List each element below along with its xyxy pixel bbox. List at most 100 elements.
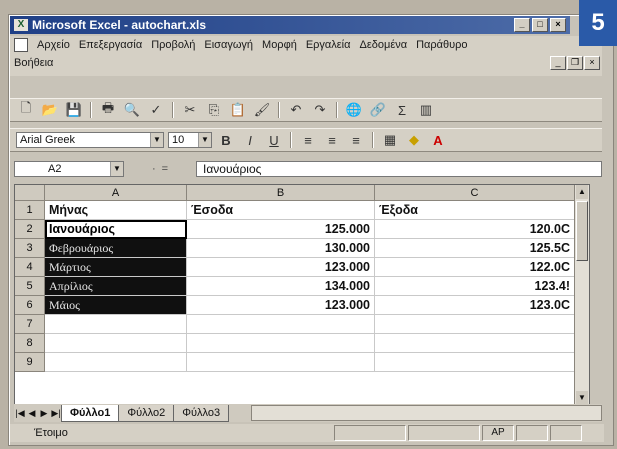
horizontal-scrollbar[interactable] <box>251 405 602 421</box>
fill-color-icon[interactable]: ◆ <box>404 131 424 149</box>
chart-wizard-icon[interactable]: ▥ <box>416 101 436 119</box>
font-name-select[interactable]: Arial Greek ▼ <box>16 132 164 148</box>
sheet-tab-1[interactable]: Φύλλο1 <box>61 404 120 422</box>
cell-b5[interactable]: 134.000 <box>187 277 375 296</box>
scroll-up-icon[interactable]: ▲ <box>576 185 588 199</box>
cell-b4[interactable]: 123.000 <box>187 258 375 277</box>
autosum-icon[interactable]: Σ <box>392 101 412 119</box>
redo-icon[interactable]: ↷ <box>310 101 330 119</box>
menu-data[interactable]: Δεδομένα <box>360 39 408 51</box>
row-header[interactable]: 5 <box>15 277 45 296</box>
insert-hyperlink-icon[interactable]: 🔗 <box>368 101 388 119</box>
save-icon[interactable]: 💾 <box>64 101 84 119</box>
cell-c6[interactable]: 123.0C <box>375 296 575 315</box>
sheet-tab-2[interactable]: Φύλλο2 <box>118 404 175 422</box>
first-sheet-icon[interactable]: |◀ <box>14 408 26 419</box>
select-all-corner[interactable] <box>15 185 45 201</box>
copy-icon[interactable]: ⎘ <box>204 101 224 119</box>
spelling-icon[interactable]: ✓ <box>146 101 166 119</box>
print-icon[interactable]: 🖶 <box>98 100 118 119</box>
cell-b7[interactable] <box>187 315 375 334</box>
sheet-tab-3[interactable]: Φύλλο3 <box>173 404 230 422</box>
cell-a8[interactable] <box>45 334 187 353</box>
cell-c7[interactable] <box>375 315 575 334</box>
maximize-button[interactable]: □ <box>532 18 548 32</box>
cell-c3[interactable]: 125.5C <box>375 239 575 258</box>
menu-view[interactable]: Προβολή <box>151 39 195 51</box>
row-header[interactable]: 1 <box>15 201 45 220</box>
cell-a7[interactable] <box>45 315 187 334</box>
cell-a9[interactable] <box>45 353 187 372</box>
font-color-icon[interactable]: A <box>428 131 448 149</box>
cell-c5[interactable]: 123.4! <box>375 277 575 296</box>
row-header[interactable]: 8 <box>15 334 45 353</box>
cell-a5[interactable]: Απρίλιος <box>45 277 187 296</box>
doc-minimize-button[interactable]: _ <box>550 56 566 70</box>
menu-help[interactable]: Βοήθεια <box>14 57 53 69</box>
menu-edit[interactable]: Επεξεργασία <box>79 39 142 51</box>
undo-icon[interactable]: ↶ <box>286 101 306 119</box>
cell-b1[interactable]: Έσοδα <box>187 201 375 220</box>
row-header[interactable]: 9 <box>15 353 45 372</box>
minimize-button[interactable]: _ <box>514 18 530 32</box>
cell-b3[interactable]: 130.000 <box>187 239 375 258</box>
cell-a3[interactable]: Φεβρουάριος <box>45 239 187 258</box>
name-box[interactable]: A2 ▼ <box>14 161 124 177</box>
doc-close-button[interactable]: × <box>584 56 600 70</box>
align-right-icon[interactable]: ≡ <box>346 131 366 149</box>
close-button[interactable]: × <box>550 18 566 32</box>
menu-format[interactable]: Μορφή <box>262 39 297 51</box>
vertical-scrollbar[interactable]: ▲ ▼ <box>574 185 589 405</box>
menu-insert[interactable]: Εισαγωγή <box>204 39 253 51</box>
cell-b6[interactable]: 123.000 <box>187 296 375 315</box>
row-header[interactable]: 7 <box>15 315 45 334</box>
next-sheet-icon[interactable]: ▶ <box>38 408 50 419</box>
cell-b2[interactable]: 125.000 <box>187 220 375 239</box>
web-icon[interactable]: 🌐 <box>344 101 364 119</box>
paste-icon[interactable]: 📋 <box>228 101 248 119</box>
cell-c2[interactable]: 120.0C <box>375 220 575 239</box>
italic-button[interactable]: I <box>240 131 260 149</box>
chevron-down-icon[interactable]: ▼ <box>198 133 211 147</box>
chevron-down-icon[interactable]: ▼ <box>110 162 123 176</box>
cell-c1[interactable]: Έξοδα <box>375 201 575 220</box>
cell-a2[interactable]: Ιανουάριος <box>45 220 187 239</box>
menu-tools[interactable]: Εργαλεία <box>306 39 351 51</box>
underline-button[interactable]: U <box>264 131 284 149</box>
scroll-thumb[interactable] <box>576 201 588 261</box>
cell-a6[interactable]: Μάιος <box>45 296 187 315</box>
print-preview-icon[interactable]: 🔍 <box>122 101 142 119</box>
menu-file[interactable]: Αρχείο <box>37 39 70 51</box>
row-header[interactable]: 4 <box>15 258 45 277</box>
cell-a4[interactable]: Μάρτιος <box>45 258 187 277</box>
prev-sheet-icon[interactable]: ◀ <box>26 408 38 419</box>
cell-c4[interactable]: 122.0C <box>375 258 575 277</box>
cell-c9[interactable] <box>375 353 575 372</box>
row-header[interactable]: 3 <box>15 239 45 258</box>
formula-input[interactable]: Ιανουάριος <box>196 161 602 177</box>
equals-icon[interactable]: = <box>162 163 168 175</box>
cut-icon[interactable]: ✂ <box>180 101 200 119</box>
scroll-down-icon[interactable]: ▼ <box>576 391 588 405</box>
cell-b9[interactable] <box>187 353 375 372</box>
menu-window[interactable]: Παράθυρο <box>416 39 467 51</box>
excel-icon[interactable]: X <box>14 19 28 31</box>
cell-c8[interactable] <box>375 334 575 353</box>
document-icon[interactable] <box>14 38 28 52</box>
chevron-down-icon[interactable]: ▼ <box>150 133 163 147</box>
doc-restore-button[interactable]: ❐ <box>567 56 583 70</box>
row-header[interactable]: 2 <box>15 220 45 239</box>
align-center-icon[interactable]: ≡ <box>322 131 342 149</box>
borders-icon[interactable]: ▦ <box>380 131 400 149</box>
open-icon[interactable]: 📂 <box>40 101 60 119</box>
row-header[interactable]: 6 <box>15 296 45 315</box>
align-left-icon[interactable]: ≡ <box>298 131 318 149</box>
column-header-a[interactable]: A <box>45 185 187 201</box>
cancel-icon[interactable]: · <box>152 163 156 175</box>
new-icon[interactable]: 🗋 <box>16 100 36 119</box>
cell-b8[interactable] <box>187 334 375 353</box>
font-size-select[interactable]: 10 ▼ <box>168 132 212 148</box>
column-header-c[interactable]: C <box>375 185 575 201</box>
column-header-b[interactable]: B <box>187 185 375 201</box>
cell-a1[interactable]: Μήνας <box>45 201 187 220</box>
